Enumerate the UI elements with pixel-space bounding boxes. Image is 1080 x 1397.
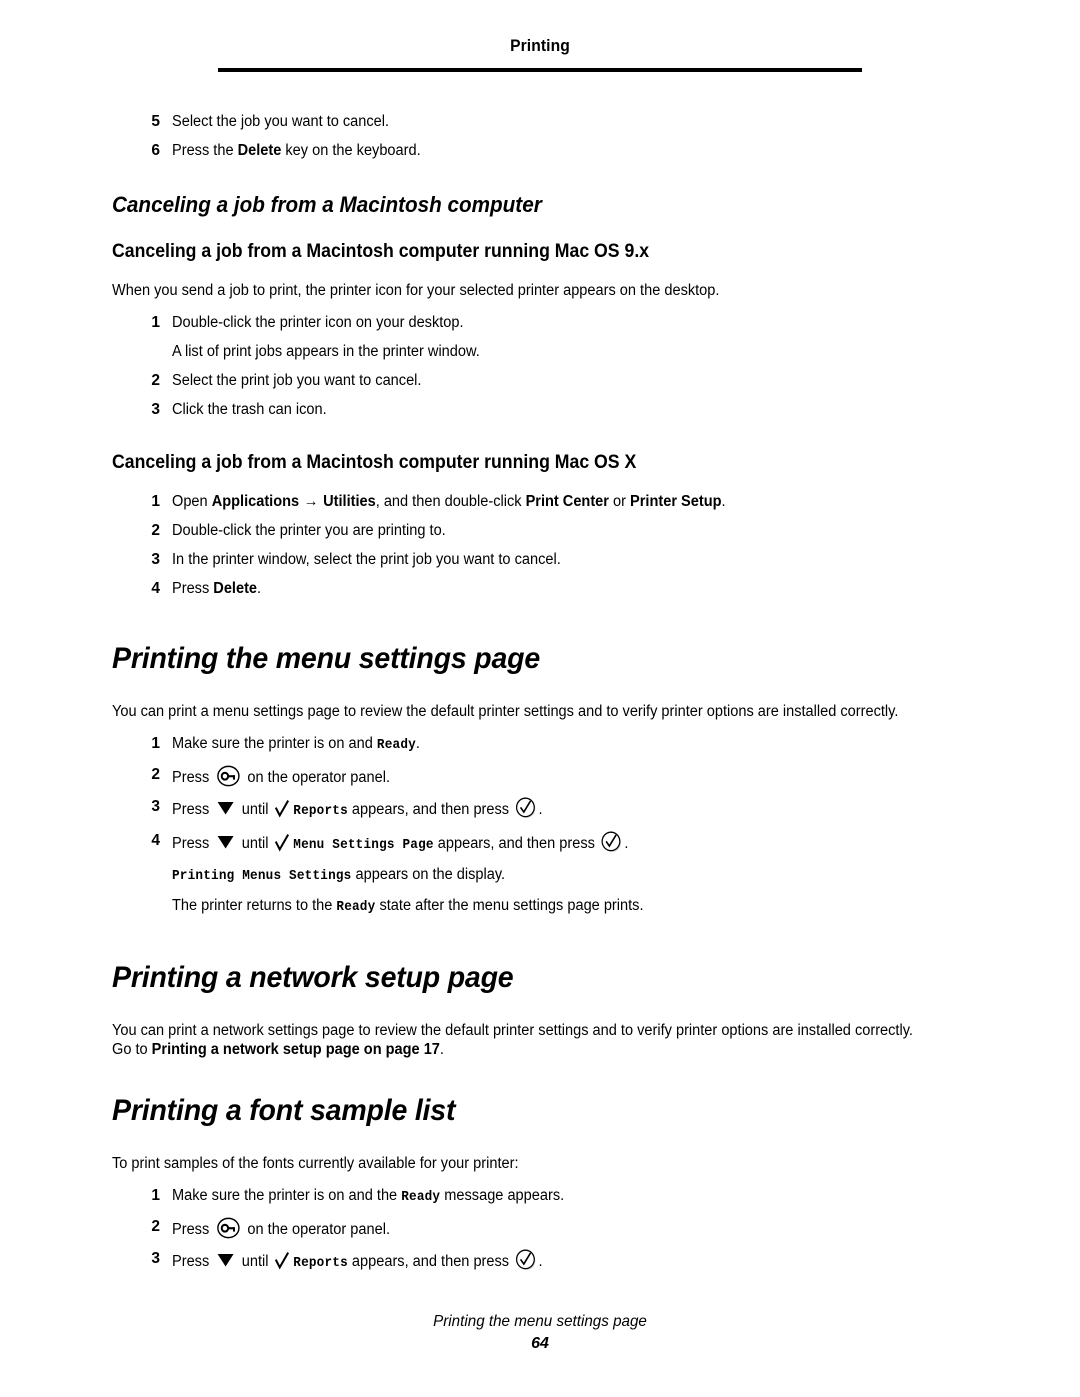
- subsection-heading-mac-os9: Canceling a job from a Macintosh compute…: [112, 241, 650, 262]
- display-message: Reports: [293, 804, 348, 819]
- step-text: Make sure the printer is on and Ready.: [172, 735, 420, 753]
- step-note: Printing Menus Settings appears on the d…: [112, 865, 978, 886]
- down-arrow-icon: [216, 833, 235, 851]
- down-arrow-icon: [216, 799, 235, 817]
- display-message: Ready: [376, 738, 416, 753]
- step-number: 3: [151, 798, 160, 815]
- checkmark-icon: [274, 799, 290, 818]
- section-heading-menu-settings: Printing the menu settings page: [112, 642, 540, 675]
- list-item: 2 Select the print job you want to cance…: [112, 371, 978, 390]
- list-item: 1 Open Applications → Utilities, and then …: [112, 492, 978, 511]
- list-item: 2 Press on the operator panel.: [112, 765, 978, 787]
- display-message: Ready: [336, 900, 376, 915]
- down-arrow-icon: [216, 1251, 235, 1269]
- list-item: 4 Press until Menu Settings Page appears…: [112, 831, 978, 855]
- step-number: 2: [151, 766, 160, 783]
- step-number: 1: [151, 1187, 160, 1204]
- step-number: 4: [151, 832, 160, 849]
- arrow-icon: →: [303, 493, 319, 510]
- step-number: 1: [151, 735, 160, 752]
- checkmark-icon: [274, 1251, 290, 1270]
- step-note-text: Printing Menus Settings appears on the d…: [172, 866, 506, 884]
- select-check-circle-icon: [515, 1249, 537, 1271]
- header-divider-rule: [218, 68, 862, 72]
- paragraph-mac-os9-intro: When you send a job to print, the printe…: [112, 282, 720, 299]
- step-text: Double-click the printer you are printin…: [172, 522, 446, 539]
- step-number: 1: [151, 493, 160, 510]
- step-number: 6: [151, 142, 160, 159]
- display-message: Reports: [293, 1256, 348, 1271]
- running-header-title: Printing: [510, 36, 570, 55]
- step-note: The printer returns to the Ready state a…: [112, 896, 978, 917]
- list-item: 2 Double-click the printer you are print…: [112, 521, 978, 540]
- list-item: 1 Double-click the printer icon on your …: [112, 313, 978, 332]
- list-item: 3 Press until Reports appears, and then …: [112, 1249, 978, 1273]
- step-number: 1: [151, 314, 160, 331]
- document-page: Printing 5 Select the job you want to ca…: [0, 0, 1080, 1397]
- step-text: In the printer window, select the print …: [172, 551, 561, 568]
- section-heading-font-sample: Printing a font sample list: [112, 1094, 456, 1127]
- cross-reference-link[interactable]: Printing a network setup page on page 17: [152, 1041, 440, 1058]
- menu-key-icon: [216, 765, 240, 787]
- section-heading-mac: Canceling a job from a Macintosh compute…: [112, 192, 542, 217]
- display-message: Menu Settings Page: [293, 838, 434, 853]
- page-footer: Printing the menu settings page 64: [0, 1311, 1080, 1355]
- step-text: Select the job you want to cancel.: [172, 113, 390, 130]
- list-item: 1 Make sure the printer is on and Ready.: [112, 734, 978, 755]
- step-text: Open Applications → Utilities, and then do…: [172, 493, 726, 510]
- section-heading-network-setup: Printing a network setup page: [112, 961, 514, 994]
- step-number: 2: [151, 522, 160, 539]
- step-text: Press until Reports appears, and then pr…: [172, 797, 543, 821]
- page-content: 5 Select the job you want to cancel. 6 P…: [112, 112, 978, 1283]
- step-number: 3: [151, 401, 160, 418]
- list-item: 3 Press until Reports appears, and then …: [112, 797, 978, 821]
- step-note-text: A list of print jobs appears in the prin…: [172, 343, 480, 360]
- list-item: 5 Select the job you want to cancel.: [112, 112, 978, 131]
- step-text: Press on the operator panel.: [172, 765, 390, 787]
- step-text: Press on the operator panel.: [172, 1217, 390, 1239]
- step-number: 4: [151, 580, 160, 597]
- menu-key-icon: [216, 1217, 240, 1239]
- footer-page-number: 64: [531, 1335, 549, 1352]
- step-text: Press Delete.: [172, 580, 262, 597]
- list-item: 6 Press the Delete key on the keyboard.: [112, 141, 978, 160]
- step-number: 3: [151, 551, 160, 568]
- paragraph-network-intro: You can print a network settings page to…: [112, 1022, 913, 1058]
- display-message: Ready: [401, 1190, 441, 1205]
- step-text: Click the trash can icon.: [172, 401, 327, 418]
- list-item: 4 Press Delete.: [112, 579, 978, 598]
- step-note-text: The printer returns to the Ready state a…: [172, 897, 644, 915]
- footer-section-title: Printing the menu settings page: [433, 1313, 647, 1330]
- checkmark-icon: [274, 833, 290, 852]
- step-text: Make sure the printer is on and the Read…: [172, 1187, 565, 1205]
- step-number: 3: [151, 1250, 160, 1267]
- step-text: Double-click the printer icon on your de…: [172, 314, 464, 331]
- step-number: 2: [151, 1218, 160, 1235]
- list-item: 3 Click the trash can icon.: [112, 400, 978, 419]
- step-text: Press until Menu Settings Page appears, …: [172, 831, 628, 855]
- select-check-circle-icon: [515, 797, 537, 819]
- subsection-heading-mac-osx: Canceling a job from a Macintosh compute…: [112, 452, 637, 473]
- list-item: 3 In the printer window, select the prin…: [112, 550, 978, 569]
- step-text: Press the Delete key on the keyboard.: [172, 142, 421, 159]
- step-text: Press until Reports appears, and then pr…: [172, 1249, 543, 1273]
- paragraph-menu-settings-intro: You can print a menu settings page to re…: [112, 703, 899, 720]
- step-text: Select the print job you want to cancel.: [172, 372, 422, 389]
- step-number: 5: [151, 113, 160, 130]
- select-check-circle-icon: [601, 831, 623, 853]
- step-number: 2: [151, 372, 160, 389]
- step-note: A list of print jobs appears in the prin…: [112, 342, 978, 361]
- list-item: 2 Press on the operator panel.: [112, 1217, 978, 1239]
- paragraph-font-sample-intro: To print samples of the fonts currently …: [112, 1155, 519, 1172]
- display-message: Printing Menus Settings: [172, 869, 352, 884]
- list-item: 1 Make sure the printer is on and the Re…: [112, 1186, 978, 1207]
